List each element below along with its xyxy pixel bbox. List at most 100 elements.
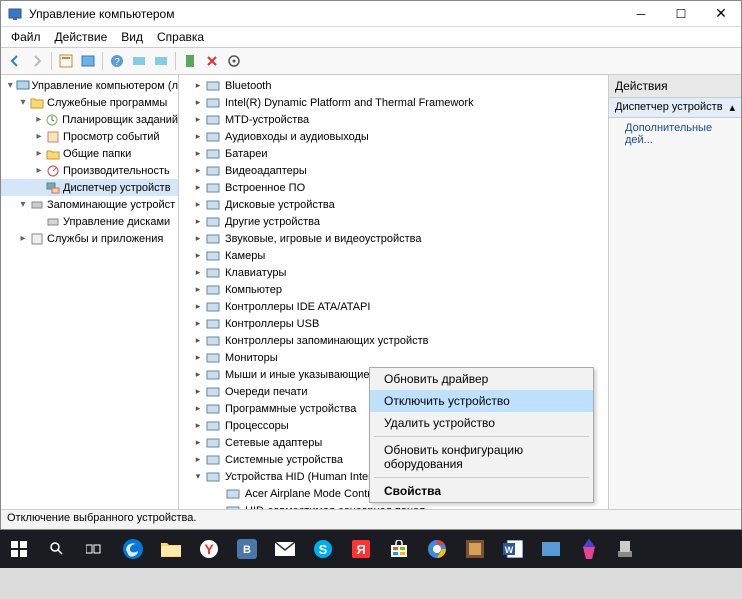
yandex-icon[interactable]: Y bbox=[190, 530, 228, 568]
menu-file[interactable]: Файл bbox=[5, 28, 47, 46]
menu-help[interactable]: Справка bbox=[151, 28, 210, 46]
tree-storage[interactable]: ▾Запоминающие устройст bbox=[1, 196, 178, 213]
tree-task-scheduler[interactable]: ▸Планировщик заданий bbox=[1, 111, 178, 128]
device-icon bbox=[205, 384, 221, 400]
expand-icon[interactable]: ▸ bbox=[191, 199, 205, 210]
app-icon[interactable] bbox=[608, 530, 646, 568]
device-row[interactable]: ▸Другие устройства bbox=[187, 213, 608, 230]
tree-event-viewer[interactable]: ▸Просмотр событий bbox=[1, 128, 178, 145]
expand-icon[interactable]: ▸ bbox=[191, 369, 205, 380]
device-icon bbox=[205, 78, 221, 94]
expand-icon[interactable]: ▸ bbox=[191, 318, 205, 329]
expand-icon[interactable]: ▸ bbox=[191, 182, 205, 193]
toolbar-icon[interactable] bbox=[78, 51, 98, 71]
device-row[interactable]: ▸Встроенное ПО bbox=[187, 179, 608, 196]
tree-disk-mgmt[interactable]: Управление дисками bbox=[1, 213, 178, 230]
device-row[interactable]: ▸Видеоадаптеры bbox=[187, 162, 608, 179]
tree-services[interactable]: ▸Службы и приложения bbox=[1, 230, 178, 247]
expand-icon[interactable]: ▸ bbox=[191, 97, 205, 108]
device-row[interactable]: HID-совместимая сенсорная панел bbox=[187, 502, 608, 509]
device-row[interactable]: ▸Intel(R) Dynamic Platform and Thermal F… bbox=[187, 94, 608, 111]
expand-icon[interactable]: ▸ bbox=[191, 131, 205, 142]
device-row[interactable]: ▸Bluetooth bbox=[187, 77, 608, 94]
device-row[interactable]: ▸Контроллеры USB bbox=[187, 315, 608, 332]
tree-shared-folders[interactable]: ▸Общие папки bbox=[1, 145, 178, 162]
expand-icon[interactable]: ▾ bbox=[191, 471, 205, 482]
chrome-icon[interactable] bbox=[418, 530, 456, 568]
ctx-remove-device[interactable]: Удалить устройство bbox=[370, 412, 593, 434]
expand-icon[interactable]: ▸ bbox=[191, 216, 205, 227]
device-row[interactable]: ▸Аудиовходы и аудиовыходы bbox=[187, 128, 608, 145]
word-icon[interactable]: W bbox=[494, 530, 532, 568]
app-icon[interactable] bbox=[456, 530, 494, 568]
actions-group[interactable]: Диспетчер устройств▴ bbox=[609, 98, 741, 118]
device-row[interactable]: ▸Звуковые, игровые и видеоустройства bbox=[187, 230, 608, 247]
toolbar-icon[interactable] bbox=[224, 51, 244, 71]
tree-performance[interactable]: ▸Производительность bbox=[1, 162, 178, 179]
device-row[interactable]: ▸Контроллеры запоминающих устройств bbox=[187, 332, 608, 349]
expand-icon[interactable]: ▸ bbox=[191, 301, 205, 312]
toolbar-icon[interactable] bbox=[151, 51, 171, 71]
help-button[interactable]: ? bbox=[107, 51, 127, 71]
vk-icon[interactable]: B bbox=[228, 530, 266, 568]
start-button[interactable] bbox=[0, 530, 38, 568]
menu-view[interactable]: Вид bbox=[115, 28, 149, 46]
expand-icon[interactable]: ▸ bbox=[191, 403, 205, 414]
device-icon bbox=[205, 367, 221, 383]
task-view-icon[interactable] bbox=[76, 530, 114, 568]
expand-icon[interactable]: ▸ bbox=[191, 335, 205, 346]
expand-icon[interactable]: ▸ bbox=[191, 352, 205, 363]
device-row[interactable]: ▸Камеры bbox=[187, 247, 608, 264]
expand-icon[interactable]: ▸ bbox=[191, 148, 205, 159]
store-icon[interactable] bbox=[380, 530, 418, 568]
device-row[interactable]: ▸MTD-устройства bbox=[187, 111, 608, 128]
minimize-button[interactable]: ─ bbox=[621, 1, 661, 26]
ctx-update-driver[interactable]: Обновить драйвер bbox=[370, 368, 593, 390]
toolbar-icon[interactable] bbox=[56, 51, 76, 71]
svg-text:B: B bbox=[243, 544, 251, 556]
close-button[interactable]: ✕ bbox=[701, 1, 741, 26]
expand-icon[interactable]: ▸ bbox=[191, 454, 205, 465]
device-row[interactable]: ▸Мониторы bbox=[187, 349, 608, 366]
expand-icon[interactable]: ▸ bbox=[191, 420, 205, 431]
skype-icon[interactable]: S bbox=[304, 530, 342, 568]
device-row[interactable]: ▸Контроллеры IDE ATA/ATAPI bbox=[187, 298, 608, 315]
expand-icon[interactable]: ▸ bbox=[191, 80, 205, 91]
expand-icon[interactable]: ▸ bbox=[191, 284, 205, 295]
back-button[interactable] bbox=[5, 51, 25, 71]
expand-icon[interactable]: ▸ bbox=[191, 165, 205, 176]
device-icon bbox=[205, 435, 221, 451]
maximize-button[interactable]: ☐ bbox=[661, 1, 701, 26]
expand-icon[interactable]: ▸ bbox=[191, 267, 205, 278]
expand-icon[interactable]: ▸ bbox=[191, 250, 205, 261]
ctx-disable-device[interactable]: Отключить устройство bbox=[370, 390, 593, 412]
ctx-scan-hardware[interactable]: Обновить конфигурацию оборудования bbox=[370, 439, 593, 475]
app-icon[interactable] bbox=[532, 530, 570, 568]
tree-device-manager[interactable]: Диспетчер устройств bbox=[1, 179, 178, 196]
forward-button[interactable] bbox=[27, 51, 47, 71]
device-row[interactable]: ▸Батареи bbox=[187, 145, 608, 162]
device-row[interactable]: ▸Дисковые устройства bbox=[187, 196, 608, 213]
toolbar-icon[interactable] bbox=[202, 51, 222, 71]
mail-icon[interactable] bbox=[266, 530, 304, 568]
expand-icon[interactable]: ▸ bbox=[191, 386, 205, 397]
services-icon bbox=[29, 231, 45, 247]
device-row[interactable]: ▸Компьютер bbox=[187, 281, 608, 298]
expand-icon[interactable]: ▸ bbox=[191, 114, 205, 125]
yandex-app-icon[interactable]: Я bbox=[342, 530, 380, 568]
device-icon bbox=[205, 231, 221, 247]
menu-action[interactable]: Действие bbox=[49, 28, 114, 46]
expand-icon[interactable]: ▸ bbox=[191, 233, 205, 244]
app-icon[interactable] bbox=[570, 530, 608, 568]
ctx-properties[interactable]: Свойства bbox=[370, 480, 593, 502]
tree-system-tools[interactable]: ▾Служебные программы bbox=[1, 94, 178, 111]
expand-icon[interactable]: ▸ bbox=[191, 437, 205, 448]
toolbar-icon[interactable] bbox=[129, 51, 149, 71]
tree-root[interactable]: ▾Управление компьютером (л bbox=[1, 77, 178, 94]
device-row[interactable]: ▸Клавиатуры bbox=[187, 264, 608, 281]
actions-more[interactable]: Дополнительные дей... bbox=[609, 118, 741, 150]
explorer-icon[interactable] bbox=[152, 530, 190, 568]
toolbar-icon[interactable] bbox=[180, 51, 200, 71]
edge-icon[interactable] bbox=[114, 530, 152, 568]
search-icon[interactable] bbox=[38, 530, 76, 568]
